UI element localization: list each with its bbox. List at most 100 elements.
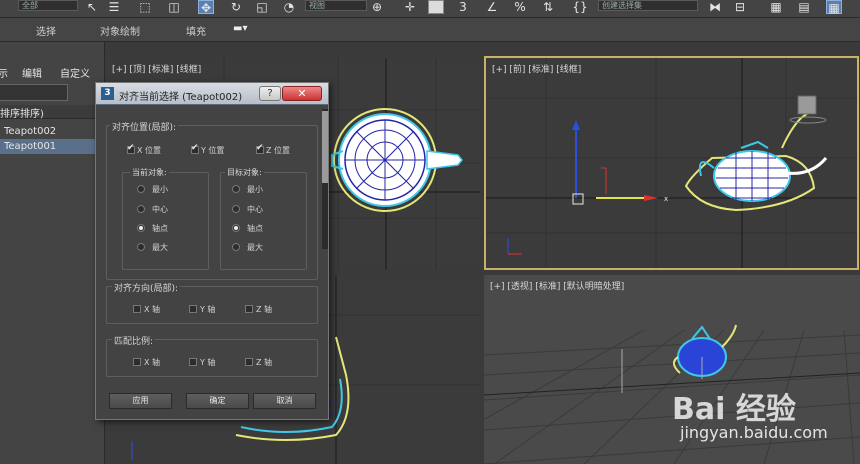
- scene-explorer-icon[interactable]: ▦: [826, 0, 842, 15]
- viewcube-icon: [797, 95, 817, 115]
- named-selection-dropdown[interactable]: 创建选择集: [598, 0, 698, 11]
- explorer-search-input[interactable]: [0, 84, 68, 101]
- move-icon[interactable]: ✥: [198, 0, 214, 15]
- scale-z-label: Z 轴: [256, 358, 273, 367]
- apply-button[interactable]: 应用: [109, 393, 172, 409]
- x-position-label: X 位置: [137, 146, 162, 155]
- viewport-label-front[interactable]: [+] [前] [标准] [线框]: [492, 62, 581, 75]
- z-position-label: Z 位置: [266, 146, 291, 155]
- current-max-radio[interactable]: [137, 243, 145, 251]
- align-icon[interactable]: ⊟: [732, 0, 748, 14]
- orient-z-checkbox[interactable]: [245, 305, 253, 313]
- current-center-label: 中心: [152, 205, 168, 214]
- target-min-radio[interactable]: [232, 185, 240, 193]
- window-crossing-icon[interactable]: ◫: [166, 0, 182, 14]
- dialog-title: 对齐当前选择 (Teapot002): [119, 92, 243, 103]
- app-logo-icon: 3: [101, 87, 114, 100]
- axis-tripod-icon: [507, 238, 522, 255]
- percent-snap-icon[interactable]: %: [512, 0, 528, 14]
- scale-z-checkbox[interactable]: [245, 358, 253, 366]
- ribbon-toggle-icon[interactable]: ▤: [796, 0, 812, 14]
- target-object-label: 目标对象:: [225, 167, 264, 178]
- orient-x-label: X 轴: [144, 305, 161, 314]
- layer-explorer-icon[interactable]: ▦: [768, 0, 784, 14]
- teapot-perspective-view: [673, 324, 737, 379]
- target-center-label: 中心: [247, 205, 263, 214]
- current-min-radio[interactable]: [137, 185, 145, 193]
- scene-explorer: 示 编辑 自定义 排序排序) Teapot002 Teapot001: [0, 42, 105, 464]
- scale-x-checkbox[interactable]: [133, 358, 141, 366]
- y-position-checkbox[interactable]: [191, 143, 199, 154]
- front-viewport-scene: x: [486, 58, 857, 268]
- close-button[interactable]: ✕: [282, 86, 322, 101]
- select-manipulate-icon[interactable]: ✛: [402, 0, 418, 14]
- transform-gizmo[interactable]: x: [572, 120, 668, 205]
- dialog-titlebar[interactable]: 3 对齐当前选择 (Teapot002) ? ✕: [96, 83, 328, 105]
- teapot-top-view: [331, 108, 463, 212]
- current-pivot-radio[interactable]: [137, 224, 145, 232]
- orient-x-checkbox[interactable]: [133, 305, 141, 313]
- menu-display[interactable]: 示: [0, 65, 8, 80]
- orient-y-checkbox[interactable]: [189, 305, 197, 313]
- x-position-checkbox[interactable]: [127, 143, 135, 154]
- pivot-center-icon[interactable]: ⊕: [369, 0, 385, 14]
- placement-icon[interactable]: ◔: [281, 0, 297, 14]
- current-object-label: 当前对象:: [130, 167, 169, 178]
- help-button[interactable]: ?: [259, 86, 281, 101]
- dialog-scrollbar-thumb[interactable]: [322, 111, 328, 183]
- baidu-watermark-logo: Bai 经验: [672, 392, 796, 427]
- svg-text:x: x: [664, 195, 668, 203]
- scale-y-checkbox[interactable]: [189, 358, 197, 366]
- select-object-icon[interactable]: ↖: [84, 0, 100, 14]
- ok-button[interactable]: 确定: [186, 393, 249, 409]
- current-center-radio[interactable]: [137, 205, 145, 213]
- select-by-name-icon[interactable]: ☰: [106, 0, 122, 14]
- orient-z-label: Z 轴: [256, 305, 273, 314]
- align-selection-dialog: 3 对齐当前选择 (Teapot002) ? ✕ 对齐位置(局部): X 位置 …: [95, 82, 329, 420]
- viewport-front[interactable]: x [+] [前] [标准] [线框]: [484, 56, 859, 270]
- ribbon-options-icon[interactable]: ▬▾: [233, 23, 247, 34]
- main-toolbar: 全部 ↖ ☰ ⬚ ◫ ✥ ↻ ◱ ◔ 视图 ⊕ ✛ 3 ∠ % ⇅ {} 创建选…: [0, 0, 860, 18]
- reference-coordinate-dropdown[interactable]: 视图: [305, 0, 367, 11]
- ribbon-tabs: 选择 对象绘制 填充 ▬▾: [0, 18, 860, 42]
- app-window: 全部 ↖ ☰ ⬚ ◫ ✥ ↻ ◱ ◔ 视图 ⊕ ✛ 3 ∠ % ⇅ {} 创建选…: [0, 0, 860, 464]
- cancel-button[interactable]: 取消: [253, 393, 316, 409]
- explorer-sort-header[interactable]: 排序排序): [0, 105, 105, 120]
- baidu-watermark-url: jingyan.baidu.com: [680, 423, 828, 442]
- target-pivot-label: 轴点: [247, 224, 263, 233]
- keyboard-shortcut-override-icon[interactable]: [428, 0, 444, 14]
- tab-object-paint[interactable]: 对象绘制: [100, 23, 140, 38]
- rectangle-selection-icon[interactable]: ⬚: [137, 0, 153, 14]
- spinner-snap-icon[interactable]: ⇅: [540, 0, 556, 14]
- edit-named-selection-icon[interactable]: {}: [572, 0, 588, 14]
- target-max-label: 最大: [247, 243, 263, 252]
- viewport-label-perspective[interactable]: [+] [透视] [标准] [默认明暗处理]: [490, 279, 624, 292]
- scale-icon[interactable]: ◱: [254, 0, 270, 14]
- tab-populate[interactable]: 填充: [186, 23, 206, 38]
- menu-customize[interactable]: 自定义: [60, 65, 90, 80]
- z-position-checkbox[interactable]: [256, 143, 264, 154]
- teapot-front-view: [684, 112, 828, 212]
- selection-filter-dropdown[interactable]: 全部: [18, 0, 78, 11]
- current-max-label: 最大: [152, 243, 168, 252]
- mirror-icon[interactable]: ⧓: [707, 0, 723, 14]
- angle-snap-icon[interactable]: ∠: [484, 0, 500, 14]
- menu-edit[interactable]: 编辑: [22, 65, 42, 80]
- tab-selection[interactable]: 选择: [36, 23, 56, 38]
- scale-x-label: X 轴: [144, 358, 161, 367]
- target-min-label: 最小: [247, 185, 263, 194]
- viewport-label-top[interactable]: [+] [顶] [标准] [线框]: [112, 62, 201, 75]
- list-item[interactable]: Teapot001: [0, 139, 100, 154]
- rotate-icon[interactable]: ↻: [228, 0, 244, 14]
- snaps-toggle-icon[interactable]: 3: [455, 0, 471, 14]
- target-pivot-radio[interactable]: [232, 224, 240, 232]
- align-position-label: 对齐位置(局部):: [110, 120, 179, 133]
- list-item[interactable]: Teapot002: [0, 124, 100, 139]
- match-scale-label: 匹配比例:: [112, 334, 156, 347]
- target-center-radio[interactable]: [232, 205, 240, 213]
- orient-y-label: Y 轴: [200, 305, 216, 314]
- y-position-label: Y 位置: [201, 146, 225, 155]
- current-pivot-label: 轴点: [152, 224, 168, 233]
- current-min-label: 最小: [152, 185, 168, 194]
- target-max-radio[interactable]: [232, 243, 240, 251]
